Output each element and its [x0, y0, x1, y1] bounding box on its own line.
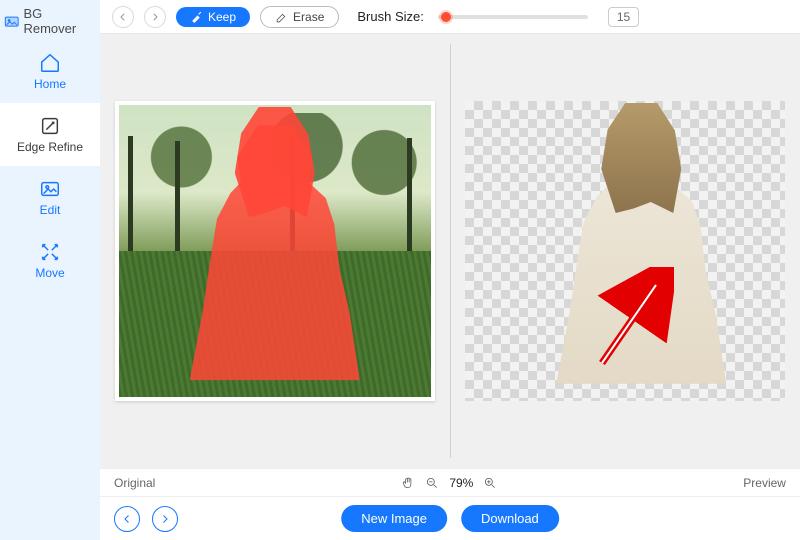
bg-remover-logo-icon: [4, 13, 19, 29]
brush-size-label: Brush Size:: [357, 9, 423, 24]
sidebar-item-edit[interactable]: Edit: [0, 166, 100, 229]
prev-image-button[interactable]: [114, 506, 140, 532]
edge-refine-icon: [39, 115, 61, 137]
slider-knob[interactable]: [441, 12, 451, 22]
hand-pan-icon[interactable]: [401, 476, 415, 490]
download-button[interactable]: Download: [461, 505, 559, 532]
original-view-label: Original: [114, 476, 155, 490]
zoom-out-icon[interactable]: [425, 476, 439, 490]
erase-tool-button[interactable]: Erase: [260, 6, 339, 28]
keep-label: Keep: [208, 10, 236, 24]
sidebar-item-label: Edit: [40, 203, 61, 217]
erase-label: Erase: [293, 10, 324, 24]
undo-icon: [117, 11, 129, 23]
preview-view-label: Preview: [743, 476, 786, 490]
sidebar-item-edge-refine[interactable]: Edge Refine: [0, 103, 100, 166]
sidebar-item-label: Home: [34, 77, 66, 91]
bottom-bar: New Image Download: [100, 496, 800, 540]
preview-image[interactable]: [465, 101, 785, 401]
keep-icon: [190, 10, 203, 23]
original-image[interactable]: [115, 101, 435, 401]
home-icon: [39, 52, 61, 74]
status-bar: Original 79% Preview: [100, 468, 800, 496]
toolbar: Keep Erase Brush Size: 15: [100, 0, 800, 34]
sidebar-item-home[interactable]: Home: [0, 40, 100, 103]
app-title: BG Remover: [23, 6, 96, 36]
move-icon: [39, 241, 61, 263]
preview-panel: [451, 44, 800, 458]
erase-icon: [275, 10, 288, 23]
app-logo: BG Remover: [0, 0, 100, 40]
redo-icon: [149, 11, 161, 23]
redo-button[interactable]: [144, 6, 166, 28]
workspace: [100, 34, 800, 468]
new-image-button[interactable]: New Image: [341, 505, 447, 532]
chevron-right-icon: [159, 513, 171, 525]
zoom-in-icon[interactable]: [483, 476, 497, 490]
zoom-value: 79%: [449, 476, 473, 490]
keep-tool-button[interactable]: Keep: [176, 7, 250, 27]
sidebar-item-label: Edge Refine: [17, 140, 83, 154]
chevron-left-icon: [121, 513, 133, 525]
sidebar-item-label: Move: [35, 266, 64, 280]
brush-size-slider[interactable]: [438, 15, 588, 19]
next-image-button[interactable]: [152, 506, 178, 532]
sidebar-item-move[interactable]: Move: [0, 229, 100, 292]
undo-button[interactable]: [112, 6, 134, 28]
edit-icon: [39, 178, 61, 200]
original-panel: [100, 44, 450, 458]
brush-size-value[interactable]: 15: [608, 7, 639, 27]
